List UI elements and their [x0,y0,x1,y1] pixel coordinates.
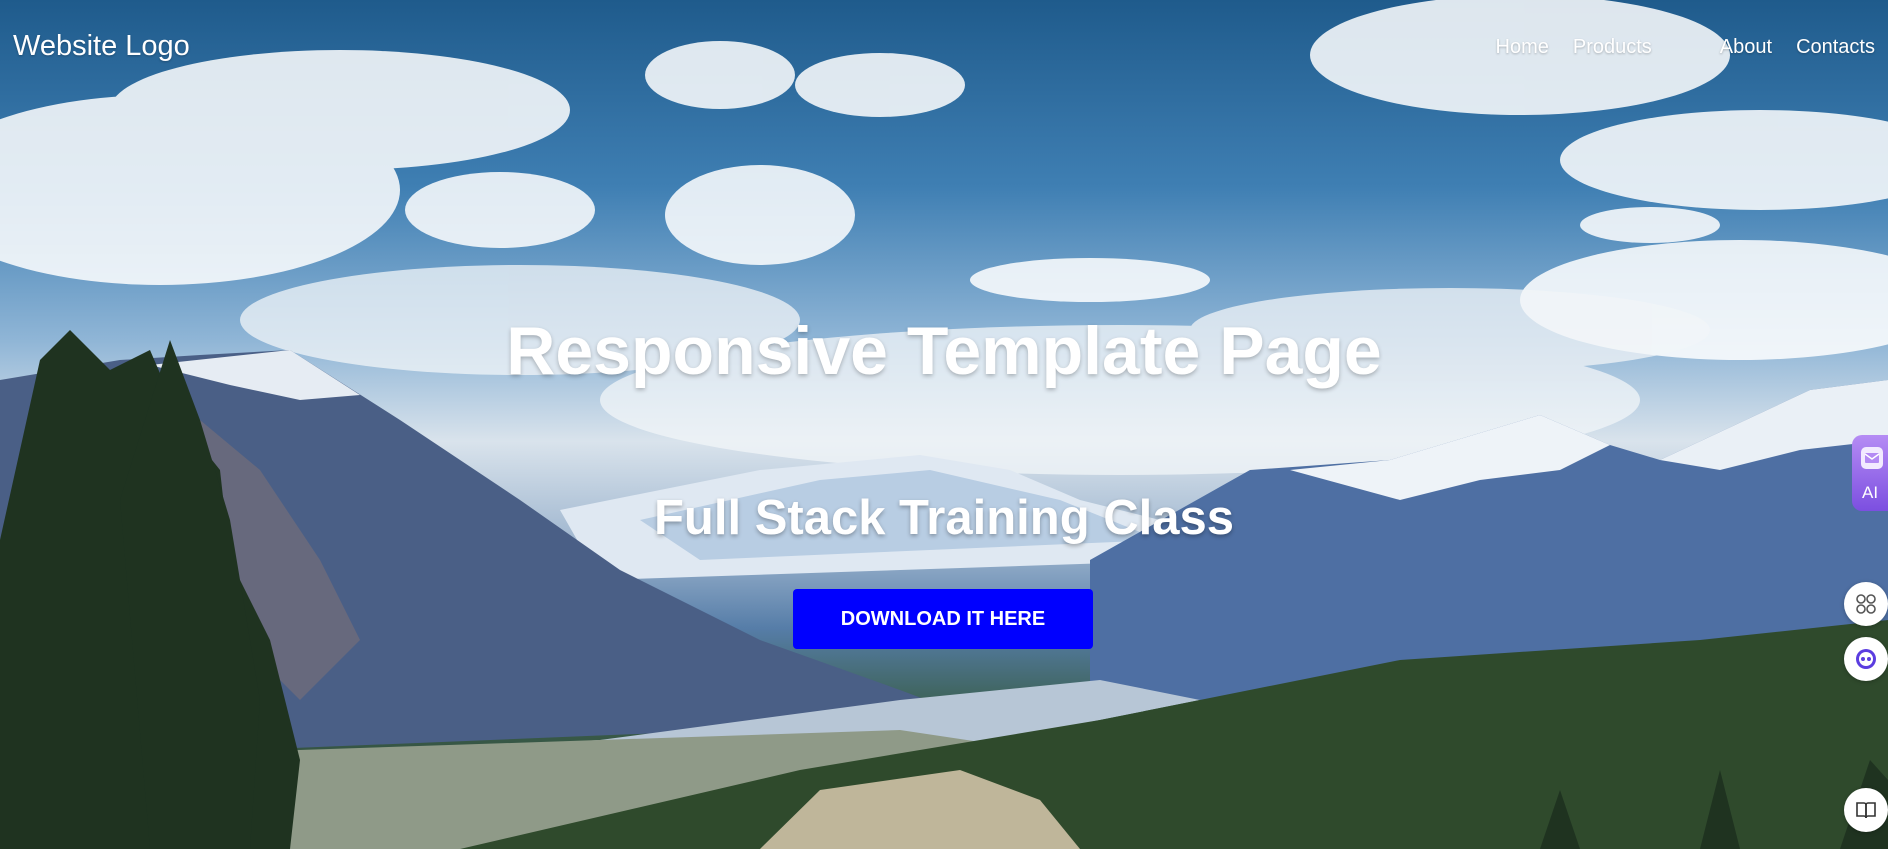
nav-link-contacts[interactable]: Contacts [1796,36,1875,59]
site-logo[interactable]: Website Logo [13,30,190,63]
apps-grid-icon [1856,594,1876,614]
hero-title: Responsive Template Page [506,313,1382,389]
hero-subtitle: Full Stack Training Class [653,491,1234,545]
assistant-button[interactable] [1844,637,1888,681]
navbar: Website Logo Home Products About Contact… [0,0,1888,96]
assistant-icon [1856,649,1876,669]
apps-grid-button[interactable] [1844,582,1888,626]
book-icon [1856,802,1876,819]
nav-links: Home Products About Contacts [1472,36,1876,59]
hero-section: Website Logo Home Products About Contact… [0,0,1888,849]
ai-assistant-tab[interactable]: AI [1852,435,1888,511]
nav-link-products[interactable]: Products [1573,36,1652,59]
book-button[interactable] [1844,788,1888,832]
nav-link-about[interactable]: About [1720,36,1772,59]
nav-link-home[interactable]: Home [1496,36,1549,59]
ai-label: AI [1862,483,1879,502]
mail-icon [1861,447,1883,469]
background-photo [0,0,1888,849]
download-button[interactable]: DOWNLOAD IT HERE [793,589,1093,649]
